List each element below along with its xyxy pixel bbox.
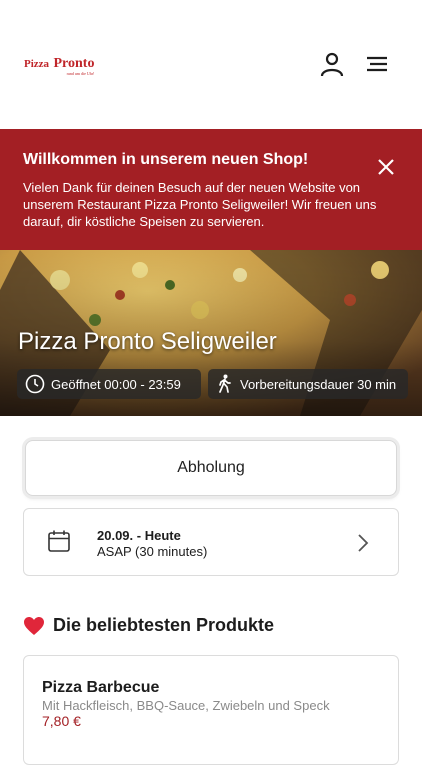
prep-time-text: Vorbereitungsdauer 30 min	[240, 376, 397, 392]
pickup-mode-button[interactable]: Abholung	[25, 440, 397, 496]
heart-icon	[24, 616, 44, 635]
calendar-icon	[48, 530, 70, 552]
delivery-time-selector[interactable]: 20.09. - Heute ASAP (30 minutes)	[23, 508, 399, 576]
menu-icon[interactable]	[364, 51, 390, 77]
restaurant-name: Pizza Pronto Seligweiler	[18, 328, 277, 355]
app-header: Pizza Pronto rund um die Uhr!	[0, 0, 422, 129]
product-price: 7,80 €	[42, 713, 81, 729]
product-description: Mit Hackfleisch, BBQ-Sauce, Zwiebeln und…	[42, 698, 330, 713]
opening-hours-text: Geöffnet 00:00 - 23:59	[51, 376, 181, 392]
logo[interactable]: Pizza Pronto rund um die Uhr!	[24, 54, 94, 76]
popular-products-heading: Die beliebtesten Produkte	[23, 615, 274, 636]
banner-message: Vielen Dank für deinen Besuch auf der ne…	[23, 180, 377, 229]
walking-icon	[219, 374, 231, 393]
product-card[interactable]: Pizza Barbecue Mit Hackfleisch, BBQ-Sauc…	[23, 655, 399, 765]
logo-word-2: Pronto	[53, 56, 95, 71]
selected-date: 20.09. - Heute	[97, 528, 181, 543]
opening-hours-badge: Geöffnet 00:00 - 23:59	[17, 369, 201, 399]
logo-tagline: rund um die Uhr!	[66, 71, 95, 76]
logo-word-1: Pizza	[24, 58, 50, 70]
close-icon[interactable]	[376, 157, 396, 177]
chevron-right-icon	[358, 534, 369, 552]
popular-products-title: Die beliebtesten Produkte	[53, 615, 275, 635]
prep-time-badge: Vorbereitungsdauer 30 min	[208, 369, 408, 399]
welcome-banner: Willkommen in unserem neuen Shop! Vielen…	[0, 129, 422, 250]
user-icon[interactable]	[319, 51, 345, 77]
product-name: Pizza Barbecue	[42, 679, 160, 696]
selected-time: ASAP (30 minutes)	[97, 544, 208, 559]
restaurant-hero: Pizza Pronto Seligweiler Geöffnet 00:00 …	[0, 250, 422, 416]
clock-icon	[25, 374, 45, 394]
banner-title: Willkommen in unserem neuen Shop!	[23, 151, 309, 168]
